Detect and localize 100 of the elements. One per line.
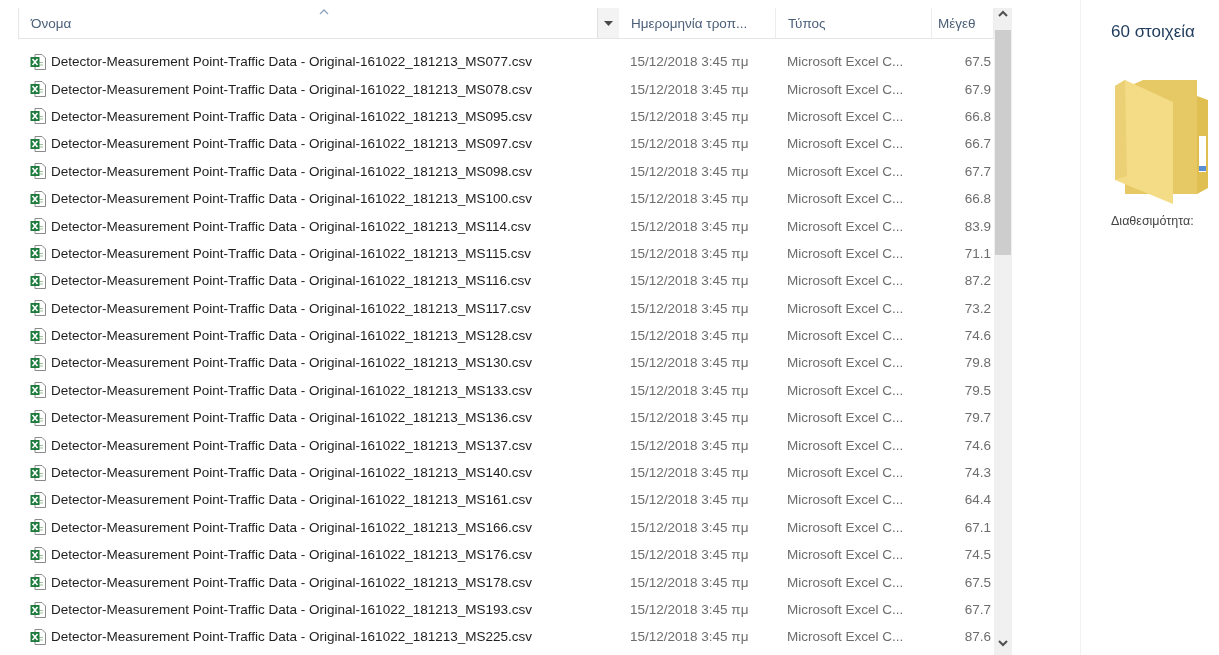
date-modified: 15/12/2018 3:45 πμ	[630, 629, 749, 645]
file-name[interactable]: Detector-Measurement Point-Traffic Data - Original-161022_181213_MS114.csv	[51, 218, 531, 234]
date-modified: 15/12/2018 3:45 πμ	[630, 437, 749, 453]
file-name[interactable]: Detector-Measurement Point-Traffic Data - Original-161022_181213_MS176.csv	[51, 547, 532, 563]
spreadsheet-file-icon	[30, 327, 46, 344]
spreadsheet-file-icon	[30, 135, 46, 152]
file-name[interactable]: Detector-Measurement Point-Traffic Data - Original-161022_181213_MS166.csv	[51, 519, 532, 535]
file-name[interactable]: Detector-Measurement Point-Traffic Data - Original-161022_181213_MS137.csv	[51, 437, 532, 453]
spreadsheet-file-icon	[30, 108, 46, 125]
spreadsheet-file-icon	[30, 382, 46, 399]
file-name[interactable]: Detector-Measurement Point-Traffic Data - Original-161022_181213_MS098.csv	[51, 163, 532, 179]
date-modified: 15/12/2018 3:45 πμ	[630, 574, 749, 590]
item-count: 60 στοιχεία	[1111, 22, 1196, 42]
date-modified: 15/12/2018 3:45 πμ	[630, 547, 749, 563]
date-modified: 15/12/2018 3:45 πμ	[630, 218, 749, 234]
file-name[interactable]: Detector-Measurement Point-Traffic Data - Original-161022_181213_MS161.csv	[51, 492, 532, 508]
file-name[interactable]: Detector-Measurement Point-Traffic Data - Original-161022_181213_MS095.csv	[51, 108, 532, 124]
file-size: 74.3	[964, 465, 991, 481]
spreadsheet-file-icon	[30, 163, 46, 180]
file-size: 74.6	[964, 328, 991, 344]
spreadsheet-file-icon	[30, 300, 46, 317]
file-size: 87.6	[964, 629, 991, 645]
date-modified: 15/12/2018 3:45 πμ	[630, 273, 749, 289]
file-type: Microsoft Excel C...	[787, 519, 904, 535]
dropdown-arrow-icon	[604, 20, 613, 26]
file-type: Microsoft Excel C...	[787, 81, 904, 97]
file-name[interactable]: Detector-Measurement Point-Traffic Data - Original-161022_181213_MS100.csv	[51, 191, 532, 207]
spreadsheet-file-icon	[30, 355, 46, 371]
file-size: 87.2	[964, 273, 991, 289]
column-header[interactable]: Όνομα	[19, 8, 619, 38]
date-modified: 15/12/2018 3:45 πμ	[630, 355, 749, 371]
date-modified: 15/12/2018 3:45 πμ	[630, 163, 749, 179]
file-size: 67.5	[964, 54, 991, 70]
file-name[interactable]: Detector-Measurement Point-Traffic Data - Original-161022_181213_MS116.csv	[51, 273, 531, 289]
spreadsheet-file-icon	[30, 546, 46, 563]
spreadsheet-file-icon	[30, 437, 46, 454]
file-type: Microsoft Excel C...	[787, 355, 904, 371]
file-type: Microsoft Excel C...	[787, 410, 904, 426]
file-type: Microsoft Excel C...	[787, 602, 904, 617]
file-type: Microsoft Excel C...	[787, 492, 904, 508]
date-modified: 15/12/2018 3:45 πμ	[630, 602, 749, 617]
file-name[interactable]: Detector-Measurement Point-Traffic Data - Original-161022_181213_MS077.csv	[51, 54, 532, 70]
file-type: Microsoft Excel C...	[787, 382, 904, 398]
availability-label: Διαθεσιμότητα:	[1111, 214, 1195, 228]
file-type: Microsoft Excel C...	[787, 108, 904, 124]
date-modified: 15/12/2018 3:45 πμ	[630, 108, 749, 124]
file-name[interactable]: Detector-Measurement Point-Traffic Data - Original-161022_181213_MS136.csv	[51, 410, 532, 426]
file-size: 64.4	[964, 492, 991, 508]
file-name[interactable]: Detector-Measurement Point-Traffic Data - Original-161022_181213_MS140.csv	[51, 465, 532, 481]
file-name[interactable]: Detector-Measurement Point-Traffic Data - Original-161022_181213_MS178.csv	[51, 574, 532, 590]
file-type: Microsoft Excel C...	[787, 245, 904, 261]
file-type: Microsoft Excel C...	[787, 300, 904, 316]
file-size: 71.1	[964, 245, 991, 261]
date-modified: 15/12/2018 3:45 πμ	[630, 410, 749, 426]
scrollbar[interactable]	[994, 8, 1012, 655]
file-name[interactable]: Detector-Measurement Point-Traffic Data - Original-161022_181213_MS128.csv	[51, 328, 532, 344]
spreadsheet-file-icon	[30, 409, 46, 426]
date-modified: 15/12/2018 3:45 πμ	[630, 328, 749, 344]
file-size: 66.7	[964, 136, 991, 152]
date-modified: 15/12/2018 3:45 πμ	[630, 465, 749, 481]
column-header[interactable]: Τύπος	[776, 8, 932, 38]
file-size: 67.7	[964, 163, 991, 179]
date-modified: 15/12/2018 3:45 πμ	[630, 191, 749, 207]
spreadsheet-file-icon	[30, 218, 46, 235]
scrollbar-thumb[interactable]	[995, 30, 1011, 255]
file-name[interactable]: Detector-Measurement Point-Traffic Data - Original-161022_181213_MS130.csv	[51, 355, 532, 371]
date-modified: 15/12/2018 3:45 πμ	[630, 300, 749, 316]
filter-dropdown-button[interactable]	[597, 8, 619, 38]
scroll-down-icon[interactable]	[998, 640, 1008, 647]
file-size: 67.9	[964, 81, 991, 97]
file-size: 66.8	[964, 108, 991, 124]
spreadsheet-file-icon	[30, 491, 46, 508]
file-name[interactable]: Detector-Measurement Point-Traffic Data - Original-161022_181213_MS193.csv	[51, 602, 532, 617]
date-modified: 15/12/2018 3:45 πμ	[630, 519, 749, 535]
date-modified: 15/12/2018 3:45 πμ	[630, 136, 749, 152]
file-name[interactable]: Detector-Measurement Point-Traffic Data - Original-161022_181213_MS097.csv	[51, 136, 532, 152]
file-size: 67.1	[964, 519, 991, 535]
file-name[interactable]: Detector-Measurement Point-Traffic Data - Original-161022_181213_MS078.csv	[51, 81, 532, 97]
file-size: 79.8	[964, 355, 991, 371]
spreadsheet-file-icon	[30, 574, 46, 591]
spreadsheet-file-icon	[30, 272, 46, 289]
file-type: Microsoft Excel C...	[787, 547, 904, 563]
file-size: 79.5	[964, 382, 991, 398]
spreadsheet-file-icon	[30, 519, 46, 536]
file-name[interactable]: Detector-Measurement Point-Traffic Data - Original-161022_181213_MS225.csv	[51, 629, 532, 645]
scroll-up-icon[interactable]	[998, 10, 1008, 17]
date-modified: 15/12/2018 3:45 πμ	[630, 382, 749, 398]
file-name[interactable]: Detector-Measurement Point-Traffic Data - Original-161022_181213_MS117.csv	[51, 300, 531, 316]
file-type: Microsoft Excel C...	[787, 574, 904, 590]
column-header[interactable]: Ημερομηνία τροπ...	[619, 8, 776, 38]
spreadsheet-file-icon	[30, 464, 46, 481]
file-type: Microsoft Excel C...	[787, 328, 904, 344]
spreadsheet-file-icon	[30, 245, 46, 262]
file-size: 79.7	[964, 410, 991, 426]
file-size: 83.9	[964, 218, 991, 234]
file-type: Microsoft Excel C...	[787, 437, 904, 453]
file-type: Microsoft Excel C...	[787, 54, 904, 70]
file-name[interactable]: Detector-Measurement Point-Traffic Data - Original-161022_181213_MS115.csv	[51, 245, 531, 261]
file-type: Microsoft Excel C...	[787, 218, 904, 234]
file-name[interactable]: Detector-Measurement Point-Traffic Data - Original-161022_181213_MS133.csv	[51, 382, 532, 398]
